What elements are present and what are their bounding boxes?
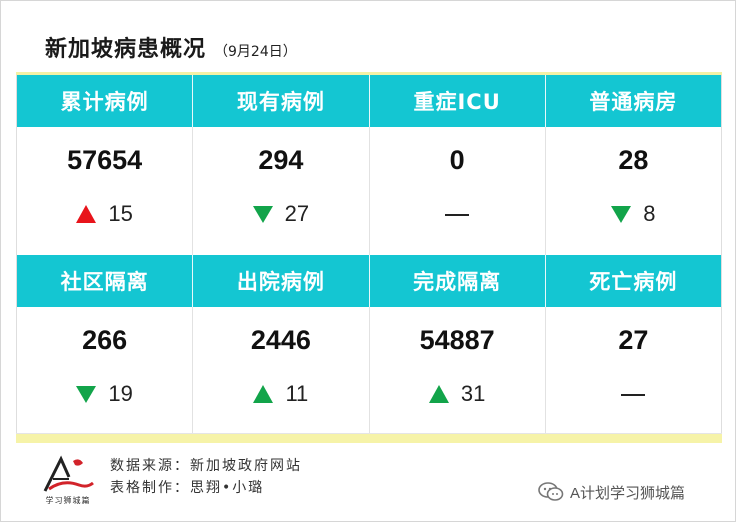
change-community-isolation: 19 [17,381,192,407]
cell-total-cases: 57654 15 [17,127,194,255]
change-deaths [546,381,721,407]
header-icu: 重症ICU [370,75,546,127]
triangle-down-icon [76,385,97,403]
change-value: 19 [108,381,133,406]
infographic-frame: 新加坡病患概况 （9月24日） 累计病例 现有病例 重症ICU 普通病房 576… [0,0,736,522]
change-value: 31 [460,381,486,406]
cell-community-isolation: 266 19 [17,307,194,435]
data-row-1: 57654 15 294 27 0 28 8 [17,127,721,255]
triangle-up-icon [253,385,274,403]
logo-text: 学习狮城篇 [45,496,91,505]
cell-general-ward: 28 8 [546,127,721,255]
credit-line: 表格制作：思翔•小璐 [110,480,265,496]
triangle-up-icon [428,385,449,403]
change-active-cases: 27 [193,201,368,227]
page-title: 新加坡病患概况 [45,37,207,62]
change-value: 15 [108,201,133,226]
cell-discharged: 2446 11 [193,307,370,435]
value-total-cases: 57654 [67,145,143,175]
cell-active-cases: 294 27 [193,127,370,255]
header-row-2: 社区隔离 出院病例 完成隔离 死亡病例 [17,255,721,307]
header-total-cases: 累计病例 [17,75,194,127]
triangle-up-icon [76,205,97,223]
no-change-dash-icon [445,214,470,216]
value-general-ward: 28 [618,145,649,175]
date-label: （9月24日） [214,44,297,60]
wechat-icon [538,481,564,503]
value-community-isolation: 266 [82,325,128,355]
triangle-down-icon [252,205,273,223]
header-row-1: 累计病例 现有病例 重症ICU 普通病房 [17,75,721,127]
value-active-cases: 294 [258,145,304,175]
change-value: 27 [284,201,310,226]
title-area: 新加坡病患概况 （9月24日） [45,31,297,67]
change-icu [370,201,545,227]
source-line: 数据来源：新加坡政府网站 [110,458,302,474]
value-discharged: 2446 [250,325,311,355]
value-deaths: 27 [618,325,649,355]
header-deaths: 死亡病例 [589,270,678,294]
value-completed-isolation: 54887 [419,325,495,355]
source-credits: 数据来源：新加坡政府网站 表格制作：思翔•小璐 [110,455,302,499]
change-completed-isolation: 31 [370,381,545,407]
cell-completed-isolation: 54887 31 [370,307,546,435]
header-general-ward: 普通病房 [589,90,678,114]
header-active-cases: 现有病例 [193,75,370,127]
cell-icu: 0 [370,127,546,255]
wechat-watermark: A计划学习狮城篇 [538,481,685,503]
change-value: 11 [285,381,309,406]
wechat-account-name: A计划学习狮城篇 [570,484,686,502]
stats-grid: 累计病例 现有病例 重症ICU 普通病房 57654 15 294 27 0 2… [16,75,722,435]
header-discharged: 出院病例 [193,255,370,307]
change-general-ward: 8 [546,201,721,227]
no-change-dash-icon [621,394,646,396]
cell-deaths: 27 [546,307,721,435]
brand-logo-icon: 学习狮城篇 [39,455,97,507]
change-value: 8 [643,201,656,226]
header-completed-isolation: 完成隔离 [370,255,546,307]
footer: 学习狮城篇 数据来源：新加坡政府网站 表格制作：思翔•小璐 A计划学习狮城篇 [1,443,735,521]
change-total-cases: 15 [17,201,192,227]
change-discharged: 11 [193,381,368,407]
data-row-2: 266 19 2446 11 54887 31 27 [17,307,721,435]
value-icu: 0 [449,145,465,175]
triangle-down-icon [611,205,632,223]
header-community-isolation: 社区隔离 [17,255,194,307]
